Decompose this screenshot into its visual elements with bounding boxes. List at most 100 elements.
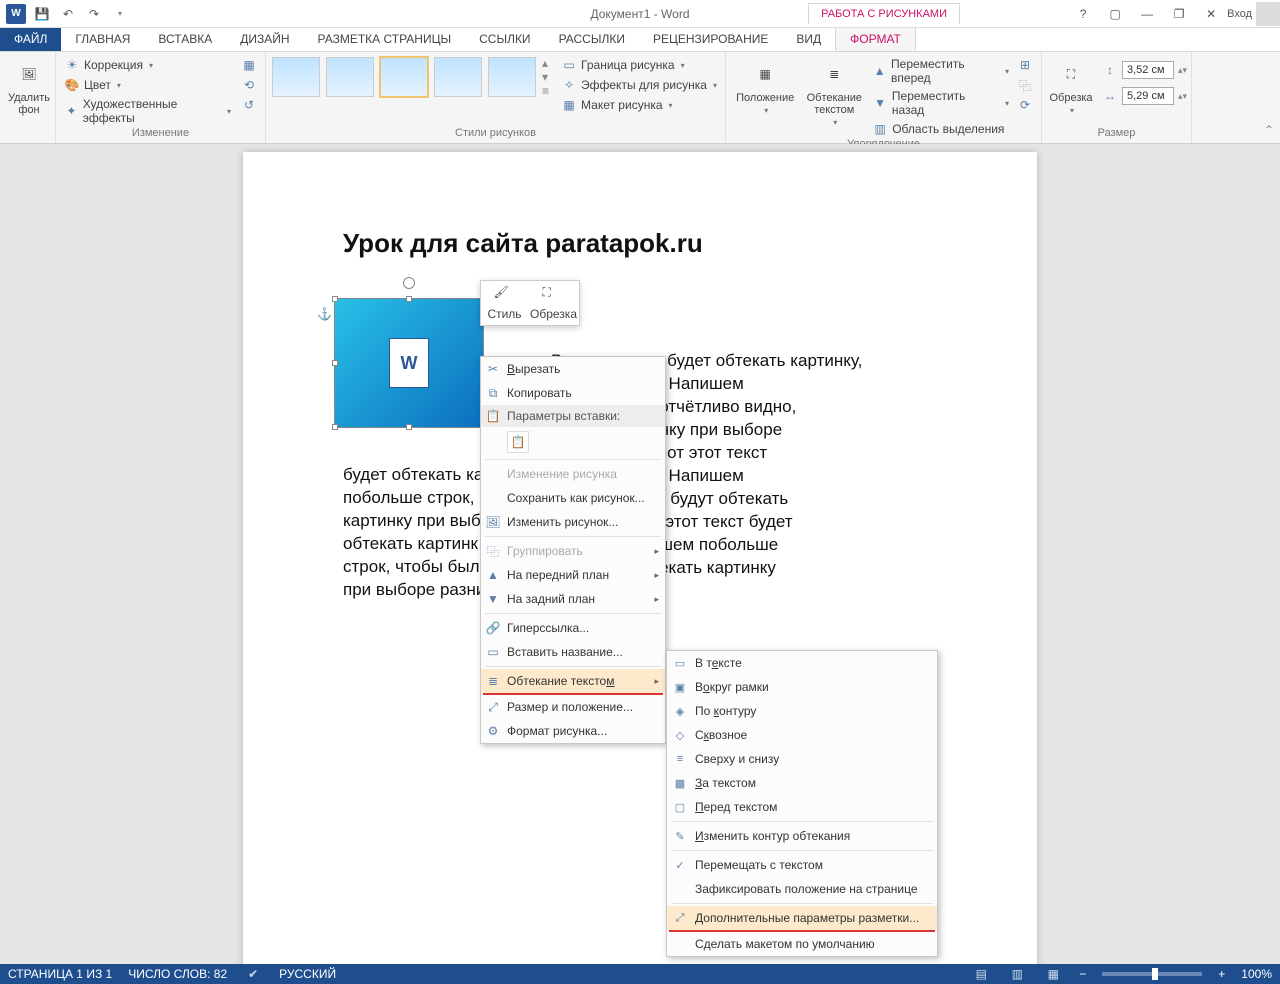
resize-handle[interactable] [406, 296, 412, 302]
picture-layout-button[interactable]: ▦Макет рисунка▾ [559, 96, 719, 114]
sub-front[interactable]: ▢Перед текстом [667, 795, 937, 819]
through-icon: ◇ [672, 727, 688, 743]
tab-insert[interactable]: ВСТАВКА [144, 27, 226, 51]
read-mode-view-icon[interactable]: ▥ [1007, 966, 1027, 982]
sub-fix-position[interactable]: Зафиксировать положение на странице [667, 877, 937, 901]
ctx-save-as-picture[interactable]: Сохранить как рисунок... [481, 486, 665, 510]
ctx-edit-picture[interactable]: 🖼Изменить рисунок... [481, 510, 665, 534]
front-icon: ▲ [485, 567, 501, 583]
picture-effects-button[interactable]: ✧Эффекты для рисунка▾ [559, 76, 719, 94]
sign-in-link[interactable]: Вход [1227, 8, 1252, 20]
height-input[interactable] [1122, 61, 1174, 79]
link-icon: 🔗 [485, 620, 501, 636]
selected-picture[interactable]: ⚓ W [334, 298, 484, 428]
ctx-cut[interactable]: ✂Вырезать [481, 357, 665, 381]
position-button[interactable]: ▦Положение▾ [732, 56, 798, 117]
sub-move-with-text[interactable]: ✓Перемещать с текстом [667, 853, 937, 877]
picture-styles-gallery[interactable]: ▴▾≡ [272, 56, 549, 98]
group-objects-icon[interactable]: ⿻ [1015, 76, 1035, 94]
ctx-hyperlink[interactable]: 🔗Гиперссылка... [481, 616, 665, 640]
sub-square[interactable]: ▣Вокруг рамки [667, 675, 937, 699]
rotate-icon[interactable]: ⟳ [1015, 96, 1035, 114]
undo-icon[interactable]: ↶ [56, 2, 80, 26]
ctx-copy[interactable]: ⧉Копировать [481, 381, 665, 405]
compress-pictures-icon[interactable]: ▦ [239, 56, 259, 74]
wrap-text-submenu: ▭В тексте ▣Вокруг рамки ◈По контуру ◇Скв… [666, 650, 938, 957]
ctx-paste-option[interactable]: 📋 [481, 427, 665, 457]
sub-tight[interactable]: ◈По контуру [667, 699, 937, 723]
word-app-icon[interactable]: W [4, 2, 28, 26]
tab-references[interactable]: ССЫЛКИ [465, 27, 544, 51]
reset-picture-icon[interactable]: ↺ [239, 96, 259, 114]
corrections-button[interactable]: ☀Коррекция▾ [62, 56, 233, 74]
ctx-insert-caption[interactable]: ▭Вставить название... [481, 640, 665, 664]
tab-review[interactable]: РЕЦЕНЗИРОВАНИЕ [639, 27, 782, 51]
save-icon[interactable]: 💾 [30, 2, 54, 26]
behind-icon: ▩ [672, 775, 688, 791]
send-backward-button[interactable]: ▼Переместить назад▾ [870, 88, 1011, 118]
redo-icon[interactable]: ↷ [82, 2, 106, 26]
sub-set-default[interactable]: Сделать макетом по умолчанию [667, 932, 937, 956]
tab-page-layout[interactable]: РАЗМЕТКА СТРАНИЦЫ [304, 27, 466, 51]
tab-view[interactable]: ВИД [782, 27, 835, 51]
bring-forward-button[interactable]: ▲Переместить вперед▾ [870, 56, 1011, 86]
wrap-text-button[interactable]: ≣Обтекание текстом▾ [802, 56, 866, 129]
sub-more-layout-options[interactable]: ⤢Дополнительные параметры разметки... [667, 906, 937, 930]
zoom-out-button[interactable]: − [1079, 967, 1086, 981]
rotation-handle[interactable] [403, 277, 415, 289]
color-button[interactable]: 🎨Цвет▾ [62, 76, 233, 94]
ctx-size-position[interactable]: ⤢Размер и положение... [481, 695, 665, 719]
tab-format[interactable]: ФОРМАТ [835, 27, 916, 51]
sub-through[interactable]: ◇Сквозное [667, 723, 937, 747]
user-avatar[interactable] [1256, 2, 1280, 26]
resize-handle[interactable] [332, 296, 338, 302]
picture-border-button[interactable]: ▭Граница рисунка▾ [559, 56, 719, 74]
artistic-effects-button[interactable]: ✦Художественные эффекты▾ [62, 96, 233, 126]
zoom-slider[interactable] [1102, 972, 1202, 976]
print-layout-view-icon[interactable]: ▤ [971, 966, 991, 982]
close-icon[interactable]: ✕ [1195, 2, 1227, 26]
page-indicator[interactable]: СТРАНИЦА 1 ИЗ 1 [8, 967, 112, 981]
sub-top-bottom[interactable]: ≡Сверху и снизу [667, 747, 937, 771]
format-picture-icon: ⚙ [485, 723, 501, 739]
zoom-in-button[interactable]: + [1218, 967, 1225, 981]
tab-design[interactable]: ДИЗАЙН [226, 27, 303, 51]
resize-handle[interactable] [332, 424, 338, 430]
collapse-ribbon-icon[interactable]: ⌃ [1264, 123, 1274, 137]
align-icon[interactable]: ⊞ [1015, 56, 1035, 74]
spell-check-icon[interactable]: ✔ [243, 966, 263, 982]
word-count[interactable]: ЧИСЛО СЛОВ: 82 [128, 967, 227, 981]
help-icon[interactable]: ? [1067, 2, 1099, 26]
selection-pane-button[interactable]: ▥Область выделения [870, 120, 1011, 138]
minimize-icon[interactable]: — [1131, 2, 1163, 26]
language-indicator[interactable]: РУССКИЙ [279, 967, 336, 981]
ctx-bring-to-front[interactable]: ▲На передний план▸ [481, 563, 665, 587]
ctx-paste-header: 📋Параметры вставки: [481, 405, 665, 427]
tight-icon: ◈ [672, 703, 688, 719]
resize-handle[interactable] [332, 360, 338, 366]
ctx-format-picture[interactable]: ⚙Формат рисунка... [481, 719, 665, 743]
width-input[interactable] [1122, 87, 1174, 105]
mini-style-button[interactable]: 🖌Стиль [481, 281, 528, 325]
web-layout-view-icon[interactable]: ▦ [1043, 966, 1063, 982]
restore-icon[interactable]: ❐ [1163, 2, 1195, 26]
sub-behind[interactable]: ▩За текстом [667, 771, 937, 795]
sub-edit-wrap-points[interactable]: ✎Изменить контур обтекания [667, 824, 937, 848]
ctx-group: ⿻Группировать▸ [481, 539, 665, 563]
ctx-send-to-back[interactable]: ▼На задний план▸ [481, 587, 665, 611]
crop-button[interactable]: ⛶Обрезка▾ [1048, 56, 1094, 117]
resize-handle[interactable] [406, 424, 412, 430]
zoom-level[interactable]: 100% [1241, 967, 1272, 981]
tab-mailings[interactable]: РАССЫЛКИ [545, 27, 639, 51]
change-picture-icon[interactable]: ⟲ [239, 76, 259, 94]
mini-crop-button[interactable]: ⛶Обрезка [528, 281, 579, 325]
tab-file[interactable]: ФАЙЛ [0, 27, 61, 51]
size-pos-icon: ⤢ [485, 699, 501, 715]
tab-home[interactable]: ГЛАВНАЯ [61, 27, 144, 51]
qat-dropdown-icon[interactable]: ▾ [108, 2, 132, 26]
sub-inline[interactable]: ▭В тексте [667, 651, 937, 675]
ribbon-display-icon[interactable]: ▢ [1099, 2, 1131, 26]
topbottom-icon: ≡ [672, 751, 688, 767]
ctx-wrap-text[interactable]: ≣Обтекание текстом▸ [481, 669, 665, 693]
remove-background-button[interactable]: 🖼Удалить фон [6, 56, 52, 118]
